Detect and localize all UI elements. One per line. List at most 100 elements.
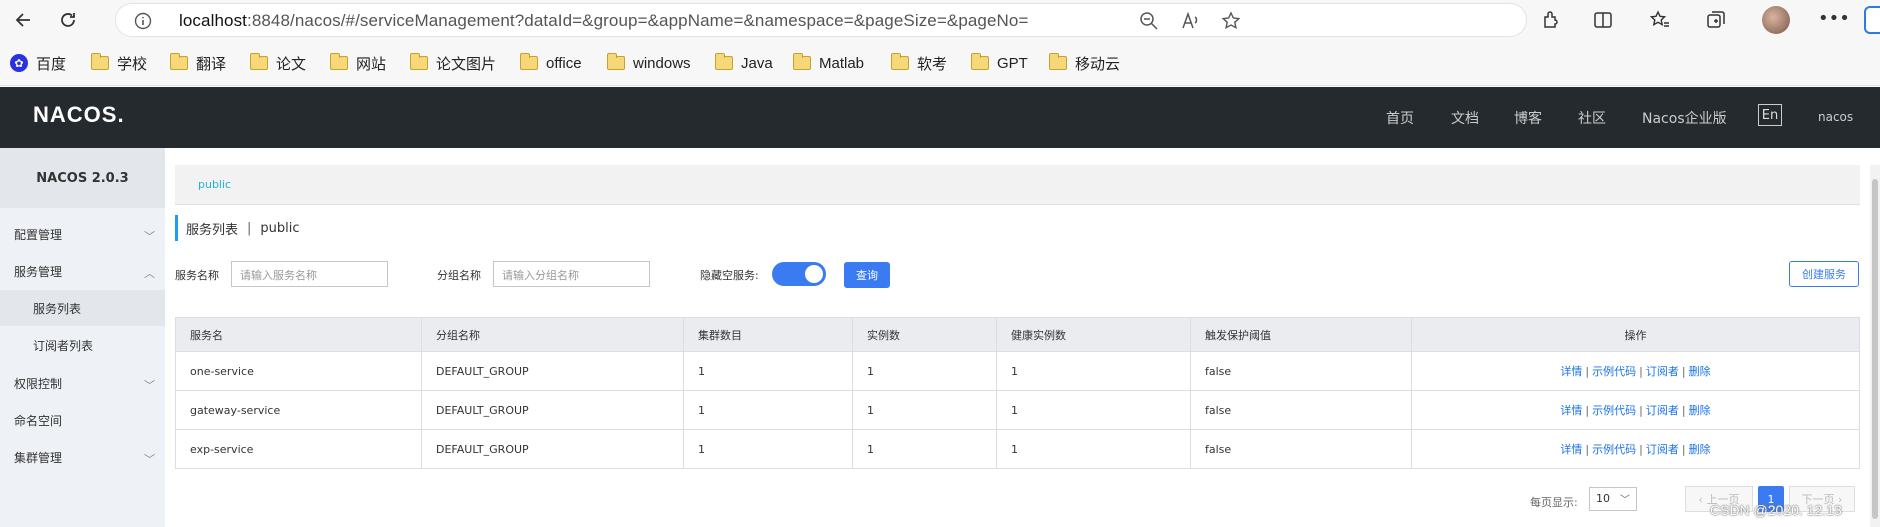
version-label: NACOS 2.0.3 [0, 148, 165, 208]
chevron-down-icon: ﹀ [1620, 495, 1630, 506]
bookmark-baidu[interactable]: ✿ 百度 [10, 53, 66, 73]
col-protect-threshold: 触发保护阈值 [1190, 317, 1412, 352]
table-row: one-service DEFAULT_GROUP 1 1 1 false 详情… [175, 351, 1860, 391]
collections-icon[interactable] [1705, 9, 1727, 31]
toggle-knob [805, 265, 823, 283]
chevron-down-icon: ﹀ [144, 453, 155, 466]
bookmark-folder[interactable]: 学校 [90, 53, 147, 73]
address-bar[interactable]: localhost:8848/nacos/#/serviceManagement… [115, 3, 1527, 37]
service-name-input[interactable]: 请输入服务名称 [231, 261, 388, 287]
cell-protect-threshold: false [1190, 390, 1412, 430]
extensions-icon[interactable] [1540, 9, 1562, 31]
sidebar-item-service-list[interactable]: 服务列表 [0, 290, 165, 326]
sidebar-item-label: 配置管理 [14, 227, 63, 242]
sample-code-link[interactable]: 示例代码 [1592, 404, 1636, 417]
copilot-icon[interactable] [1864, 6, 1880, 34]
refresh-icon[interactable] [54, 6, 82, 34]
bookmark-folder[interactable]: office [519, 53, 582, 73]
group-name-input[interactable]: 请输入分组名称 [493, 261, 650, 287]
delete-link[interactable]: 删除 [1689, 443, 1711, 456]
col-cluster-count: 集群数目 [683, 317, 853, 352]
sidebar-item-cluster[interactable]: 集群管理 ﹀ [0, 439, 165, 475]
detail-link[interactable]: 详情 [1560, 443, 1582, 456]
detail-link[interactable]: 详情 [1560, 365, 1582, 378]
cell-healthy-count: 1 [996, 390, 1191, 430]
main-content: public 服务列表 | public 服务名称 请输入服务名称 分组名称 请… [165, 148, 1880, 527]
sidebar-item-label: 服务管理 [14, 264, 63, 279]
namespace-bar: public [175, 165, 1860, 205]
page-size-select[interactable]: 10 ﹀ [1589, 487, 1637, 511]
favorites-icon[interactable] [1649, 9, 1671, 31]
nav-blog[interactable]: 博客 [1514, 108, 1542, 128]
folder-icon [169, 53, 188, 70]
sidebar-item-auth[interactable]: 权限控制 ﹀ [0, 365, 165, 401]
nav-docs[interactable]: 文档 [1451, 108, 1479, 128]
sidebar-item-config[interactable]: 配置管理 ﹀ [0, 216, 165, 252]
bookmark-folder[interactable]: 翻译 [169, 53, 226, 73]
cell-operations: 详情 | 示例代码 | 订阅者 | 删除 [1411, 429, 1860, 469]
title-separator: | [247, 220, 252, 236]
detail-link[interactable]: 详情 [1560, 404, 1582, 417]
subscribers-link[interactable]: 订阅者 [1646, 404, 1679, 417]
subscribers-link[interactable]: 订阅者 [1646, 365, 1679, 378]
cell-service-name: one-service [175, 351, 422, 391]
profile-avatar[interactable] [1762, 6, 1790, 34]
cell-healthy-count: 1 [996, 351, 1191, 391]
bookmark-folder[interactable]: GPT [970, 53, 1028, 73]
subscribers-link[interactable]: 订阅者 [1646, 443, 1679, 456]
hide-empty-label: 隐藏空服务: [700, 269, 759, 282]
page-title-text: 服务列表 [186, 222, 239, 238]
sidebar-item-label: 订阅者列表 [33, 338, 94, 353]
service-name-label: 服务名称 [175, 269, 219, 282]
zoom-icon[interactable] [1139, 11, 1159, 31]
favorite-star-icon[interactable] [1221, 11, 1241, 31]
cell-service-name: exp-service [175, 429, 422, 469]
page-size-value: 10 [1596, 492, 1610, 505]
sidebar-item-label: 权限控制 [14, 376, 63, 391]
nav-enterprise[interactable]: Nacos企业版 [1642, 108, 1727, 128]
nav-home[interactable]: 首页 [1386, 108, 1414, 128]
bookmark-folder[interactable]: 软考 [890, 53, 947, 73]
back-icon[interactable] [10, 6, 38, 34]
read-aloud-icon[interactable] [1181, 11, 1201, 31]
nacos-logo[interactable]: NACOS. [33, 102, 125, 128]
query-button[interactable]: 查询 [844, 262, 890, 288]
bookmark-folder[interactable]: 论文 [249, 53, 306, 73]
sidebar-item-service[interactable]: 服务管理 ︿ [0, 253, 165, 289]
cell-cluster-count: 1 [683, 390, 853, 430]
more-menu-icon[interactable]: ••• [1818, 10, 1850, 38]
sidebar-item-subscribers[interactable]: 订阅者列表 [0, 327, 165, 363]
bookmark-folder[interactable]: windows [606, 53, 691, 73]
folder-icon [890, 53, 909, 70]
namespace-tab-public[interactable]: public [198, 178, 231, 191]
scrollbar-thumb[interactable] [1872, 179, 1878, 519]
sample-code-link[interactable]: 示例代码 [1592, 365, 1636, 378]
cell-healthy-count: 1 [996, 429, 1191, 469]
nav-community[interactable]: 社区 [1578, 108, 1606, 128]
url-text: localhost:8848/nacos/#/serviceManagement… [179, 11, 1029, 30]
sidebar-item-namespace[interactable]: 命名空间 [0, 402, 165, 438]
bookmark-folder[interactable]: 论文图片 [409, 53, 496, 73]
cell-group-name: DEFAULT_GROUP [421, 390, 684, 430]
sample-code-link[interactable]: 示例代码 [1592, 443, 1636, 456]
delete-link[interactable]: 删除 [1689, 365, 1711, 378]
language-switch[interactable]: En [1758, 104, 1782, 126]
site-info-icon[interactable] [134, 12, 152, 34]
table-row: gateway-service DEFAULT_GROUP 1 1 1 fals… [175, 390, 1860, 430]
folder-icon [90, 53, 109, 70]
bookmark-folder[interactable]: 移动云 [1048, 53, 1120, 73]
col-operations: 操作 [1411, 317, 1860, 352]
bookmark-folder[interactable]: Matlab [792, 53, 864, 73]
cell-group-name: DEFAULT_GROUP [421, 429, 684, 469]
folder-icon [519, 53, 538, 70]
user-menu[interactable]: nacos [1818, 110, 1853, 124]
folder-icon [970, 53, 989, 70]
page-scrollbar[interactable] [1870, 165, 1880, 527]
hide-empty-toggle[interactable] [772, 262, 826, 286]
create-service-button[interactable]: 创建服务 [1789, 261, 1859, 287]
split-screen-icon[interactable] [1592, 9, 1614, 31]
delete-link[interactable]: 删除 [1689, 404, 1711, 417]
bookmark-folder[interactable]: 网站 [329, 53, 386, 73]
bookmark-folder[interactable]: Java [714, 53, 773, 73]
app-header: NACOS. 首页 文档 博客 社区 Nacos企业版 En nacos [0, 87, 1880, 148]
